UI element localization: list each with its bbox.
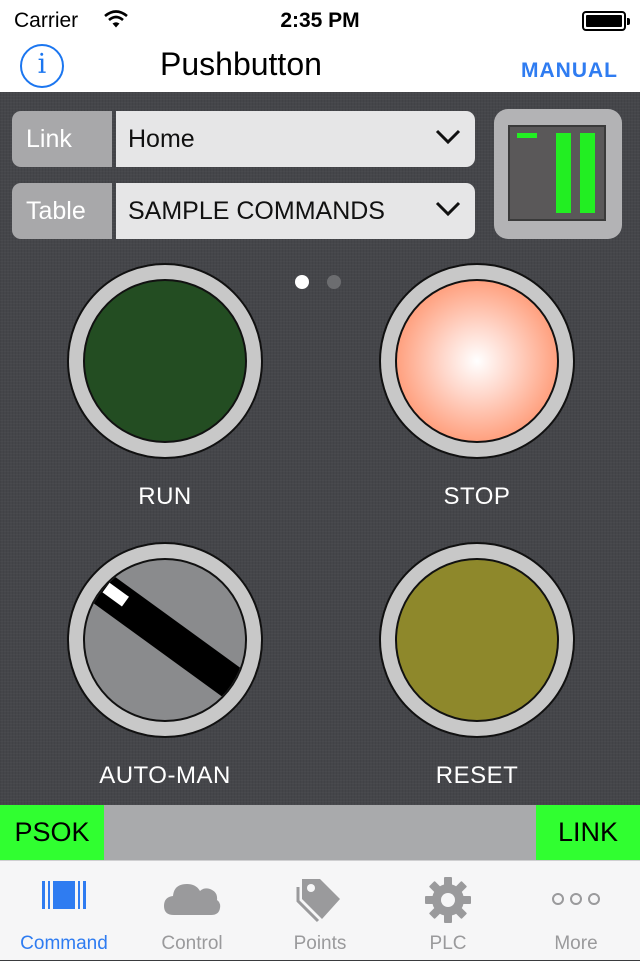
stop-label: STOP: [443, 483, 511, 510]
link-dropdown[interactable]: Home: [116, 111, 475, 167]
gear-icon: [384, 875, 512, 927]
page-dot[interactable]: [327, 275, 341, 289]
chevron-down-icon: [435, 129, 461, 150]
table-selector: Table SAMPLE COMMANDS: [12, 183, 475, 239]
status-bar: Carrier 2:35 PM: [0, 0, 640, 40]
reset-button[interactable]: [379, 542, 575, 738]
tab-label: Points: [293, 933, 347, 954]
tab-control[interactable]: Control: [128, 861, 256, 961]
clock: 2:35 PM: [280, 9, 360, 32]
table-label: Table: [12, 183, 112, 239]
selector-switch-face: [83, 558, 247, 722]
tab-command[interactable]: Command: [0, 861, 128, 961]
auto-man-label: AUTO-MAN: [99, 762, 231, 789]
info-icon[interactable]: i: [20, 44, 64, 88]
run-light: [83, 279, 247, 443]
page-title: Pushbutton: [160, 46, 322, 82]
run-label: RUN: [138, 483, 192, 510]
manual-button[interactable]: MANUAL: [521, 59, 618, 83]
reset-label: RESET: [435, 762, 519, 789]
pushbutton-panel: Link Home Table SAMPLE COMMANDS RUN STOP…: [0, 92, 640, 805]
stop-button[interactable]: [379, 263, 575, 459]
plc-status-button[interactable]: [494, 109, 622, 239]
auto-man-switch[interactable]: [67, 542, 263, 738]
table-value: SAMPLE COMMANDS: [128, 197, 385, 225]
tab-more[interactable]: More: [512, 861, 640, 961]
tab-plc[interactable]: PLC: [384, 861, 512, 961]
tab-points[interactable]: Points: [256, 861, 384, 961]
more-icon: [512, 875, 640, 927]
stop-light: [395, 279, 559, 443]
link-indicator: LINK: [536, 805, 640, 860]
tab-bar: Command Control Points PLC More: [0, 860, 640, 960]
link-selector: Link Home: [12, 111, 475, 167]
indicator-strip: PSOK LINK: [0, 805, 640, 860]
tab-label: Command: [20, 933, 108, 954]
link-value: Home: [128, 125, 195, 153]
tab-label: More: [554, 933, 598, 954]
switch-lever: [85, 560, 245, 716]
navigation-bar: i Pushbutton MANUAL: [0, 40, 640, 92]
table-dropdown[interactable]: SAMPLE COMMANDS: [116, 183, 475, 239]
psok-indicator: PSOK: [0, 805, 104, 860]
run-button[interactable]: [67, 263, 263, 459]
link-label: Link: [12, 111, 112, 167]
cloud-icon: [128, 875, 256, 927]
chevron-down-icon: [435, 201, 461, 222]
battery-icon: [582, 11, 630, 31]
barcode-icon: [0, 875, 128, 927]
plc-icon: [508, 125, 606, 221]
reset-light: [395, 558, 559, 722]
tab-label: PLC: [429, 933, 467, 954]
tag-icon: [256, 875, 384, 927]
page-dot-active[interactable]: [295, 275, 309, 289]
tab-label: Control: [161, 933, 223, 954]
